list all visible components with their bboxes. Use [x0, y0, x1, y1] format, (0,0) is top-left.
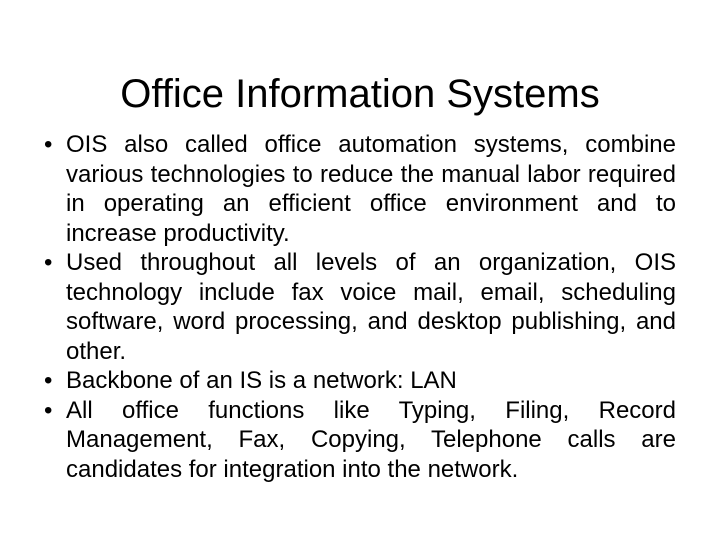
bullet-point-icon: • — [44, 249, 53, 276]
list-item-text: OIS also called office automation system… — [66, 131, 676, 247]
list-item: • Used throughout all levels of an organ… — [36, 248, 676, 366]
page-title: Office Information Systems — [120, 71, 600, 116]
list-item: • All office functions like Typing, Fili… — [36, 396, 676, 485]
presentation-slide: Office Information Systems • OIS also ca… — [0, 0, 720, 540]
list-item-text: Backbone of an IS is a network: LAN — [66, 367, 457, 394]
bullet-point-icon: • — [44, 131, 53, 158]
bullet-point-icon: • — [44, 396, 53, 424]
list-item: • Backbone of an IS is a network: LAN — [36, 366, 676, 396]
bullet-list: • OIS also called office automation syst… — [36, 130, 676, 484]
slide-body: • OIS also called office automation syst… — [36, 130, 676, 484]
bullet-point-icon: • — [44, 367, 53, 394]
list-item-text: Used throughout all levels of an organiz… — [66, 249, 676, 365]
list-item-text: All office functions like Typing, Filing… — [66, 396, 676, 483]
list-item: • OIS also called office automation syst… — [36, 130, 676, 248]
